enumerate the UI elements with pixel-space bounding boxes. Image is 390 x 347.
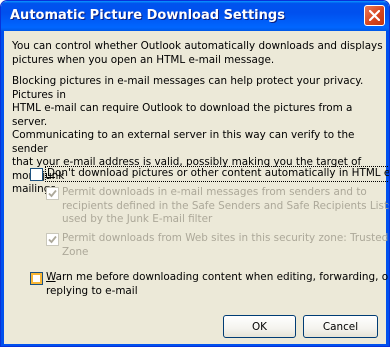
intro-line: You can control whether Outlook automati… bbox=[12, 40, 383, 52]
trusted-zone-label: Permit downloads from Web sites in this … bbox=[62, 232, 388, 259]
cancel-button[interactable]: Cancel bbox=[303, 315, 378, 338]
window-title: Automatic Picture Download Settings bbox=[10, 8, 285, 23]
privacy-line: Blocking pictures in e-mail messages can… bbox=[12, 75, 364, 101]
warn-me-text: arn me before downloading content when e… bbox=[55, 271, 390, 283]
safe-senders-line: used by the Junk E-mail filter bbox=[62, 213, 213, 225]
dialog-body: You can control whether Outlook automati… bbox=[4, 31, 389, 344]
intro-line: pictures when you open an HTML e-mail me… bbox=[12, 53, 275, 66]
dont-download-mnemonic: D bbox=[47, 167, 56, 179]
intro-paragraph: You can control whether Outlook automati… bbox=[12, 40, 388, 67]
close-button[interactable] bbox=[364, 5, 385, 26]
trusted-zone-checkbox[interactable] bbox=[46, 233, 59, 246]
dialog-window: Automatic Picture Download Settings You … bbox=[0, 0, 390, 347]
title-bar[interactable]: Automatic Picture Download Settings bbox=[1, 1, 389, 31]
trusted-zone-line: Permit downloads from Web sites in this … bbox=[62, 232, 389, 244]
warn-me-text-line2: replying to e-mail bbox=[46, 284, 138, 297]
safe-senders-line: recipients defined in the Safe Senders a… bbox=[62, 199, 390, 212]
warn-me-mnemonic: W bbox=[46, 271, 56, 283]
dont-download-text: on't download pictures or other content … bbox=[55, 167, 390, 179]
privacy-line: HTML e-mail can require Outlook to downl… bbox=[12, 102, 353, 128]
safe-senders-label: Permit downloads in e-mail messages from… bbox=[62, 186, 390, 227]
warn-me-label[interactable]: Warn me before downloading content when … bbox=[46, 271, 390, 298]
safe-senders-checkbox[interactable] bbox=[46, 187, 59, 200]
safe-senders-line: Permit downloads in e-mail messages from… bbox=[62, 186, 367, 198]
warn-me-checkbox[interactable] bbox=[30, 272, 43, 285]
privacy-line: Communicating to an external server in t… bbox=[12, 129, 355, 155]
ok-button[interactable]: OK bbox=[223, 315, 296, 338]
dont-download-checkbox[interactable] bbox=[30, 168, 43, 181]
trusted-zone-line: Zone bbox=[62, 245, 89, 258]
dont-download-label[interactable]: Don't download pictures or other content… bbox=[44, 166, 390, 182]
